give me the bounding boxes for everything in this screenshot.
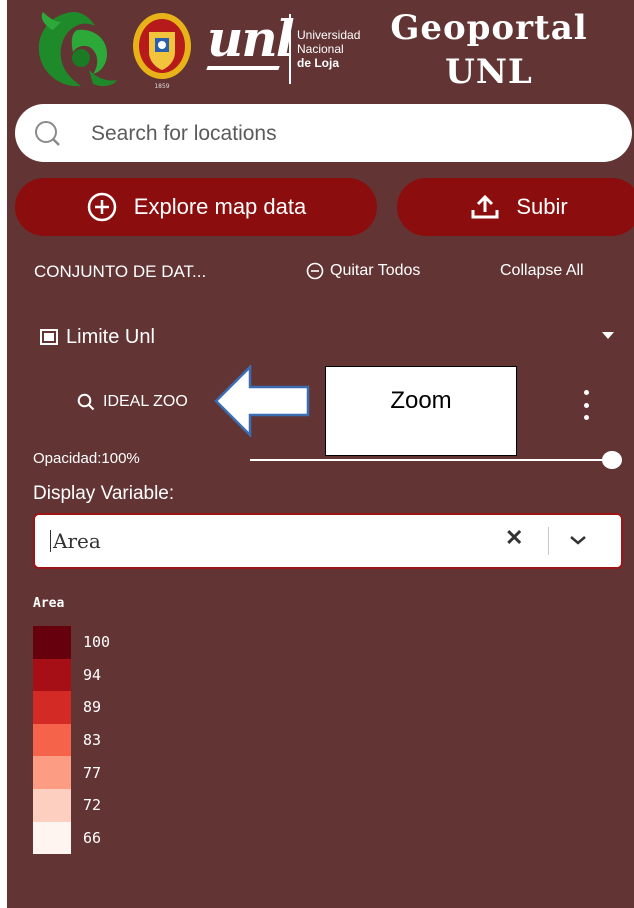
ideal-zoom-label: IDEAL ZOO bbox=[103, 393, 188, 410]
legend-label: 89 bbox=[83, 698, 102, 717]
upload-icon bbox=[470, 194, 500, 220]
zoom-search-icon bbox=[77, 393, 95, 411]
search-icon bbox=[35, 121, 60, 146]
select-separator bbox=[548, 527, 549, 555]
logo-divider bbox=[289, 14, 291, 84]
clear-icon[interactable]: ✕ bbox=[505, 525, 523, 551]
explore-map-data-button[interactable]: Explore map data bbox=[15, 178, 377, 236]
layer-visibility-checkbox[interactable] bbox=[40, 329, 58, 345]
display-variable-label: Display Variable: bbox=[33, 483, 175, 504]
university-line-2: Nacional bbox=[297, 42, 344, 56]
opacity-slider-thumb[interactable] bbox=[602, 451, 622, 469]
upload-button[interactable]: Subir bbox=[397, 178, 634, 236]
legend-item: 66 bbox=[33, 821, 110, 855]
legend-swatch bbox=[33, 691, 71, 724]
university-line-1: Universidad bbox=[297, 28, 361, 42]
annotation-arrow bbox=[214, 365, 310, 437]
display-variable-value: Area bbox=[50, 529, 101, 553]
university-seal-logo: 1859 bbox=[133, 13, 191, 90]
search-input[interactable] bbox=[89, 104, 613, 164]
remove-all-button[interactable]: Quitar Todos bbox=[306, 262, 420, 280]
legend-item: 89 bbox=[33, 691, 110, 724]
sidebar-panel: 1859 unl Universidad Nacional de Loja Ge… bbox=[7, 0, 634, 908]
svg-text:1859: 1859 bbox=[154, 83, 169, 90]
legend-swatch bbox=[33, 626, 71, 659]
more-options-icon[interactable] bbox=[581, 390, 591, 420]
legend: 100 94 89 83 77 72 66 bbox=[33, 626, 110, 855]
legend-item: 77 bbox=[33, 756, 110, 789]
app-title-line-1: Geoportal bbox=[390, 8, 588, 48]
legend-swatch bbox=[33, 756, 71, 789]
opacity-label: Opacidad:100% bbox=[33, 450, 140, 467]
legend-item: 83 bbox=[33, 723, 110, 757]
chevron-down-icon[interactable] bbox=[568, 533, 588, 547]
location-search-bar[interactable] bbox=[15, 104, 632, 164]
zoom-callout-box: Zoom bbox=[325, 366, 517, 456]
app-title-line-2: UNL bbox=[445, 52, 533, 92]
opacity-label-text: Opacidad: bbox=[33, 450, 102, 467]
legend-swatch bbox=[33, 658, 71, 692]
unl-logo: unl bbox=[206, 9, 295, 70]
green-emblem-logo bbox=[38, 12, 117, 87]
legend-label: 77 bbox=[83, 763, 102, 782]
upload-button-label: Subir bbox=[516, 194, 568, 219]
layer-name: Limite Unl bbox=[66, 325, 155, 348]
remove-all-label: Quitar Todos bbox=[330, 262, 421, 279]
legend-label: 100 bbox=[83, 633, 111, 652]
app-title: Geoportal UNL bbox=[369, 6, 609, 94]
dataset-header: CONJUNTO DE DAT... Quitar Todos Collapse… bbox=[34, 262, 634, 286]
legend-swatch bbox=[33, 821, 71, 855]
university-line-3: de Loja bbox=[297, 56, 340, 70]
display-variable-select[interactable]: Area ✕ bbox=[33, 513, 623, 569]
legend-item: 100 bbox=[33, 626, 110, 659]
legend-swatch bbox=[33, 723, 71, 757]
legend-label: 66 bbox=[83, 828, 102, 847]
legend-label: 72 bbox=[83, 796, 102, 815]
opacity-slider-track[interactable] bbox=[250, 459, 612, 461]
minus-circle-icon bbox=[306, 262, 324, 280]
legend-label: 83 bbox=[83, 731, 102, 750]
legend-label: 94 bbox=[83, 665, 102, 684]
legend-item: 72 bbox=[33, 788, 110, 822]
dataset-title: CONJUNTO DE DAT... bbox=[34, 262, 207, 281]
plus-circle-icon bbox=[86, 191, 118, 223]
university-name: Universidad Nacional de Loja bbox=[297, 28, 360, 70]
caret-down-icon[interactable] bbox=[602, 332, 614, 339]
opacity-value: 100% bbox=[101, 450, 140, 467]
legend-title: Area bbox=[33, 596, 65, 611]
legend-item: 94 bbox=[33, 658, 110, 692]
explore-button-label: Explore map data bbox=[133, 194, 307, 219]
ideal-zoom-button[interactable]: IDEAL ZOO bbox=[77, 393, 188, 411]
collapse-all-button[interactable]: Collapse All bbox=[500, 262, 584, 280]
layer-item-limite-unl[interactable]: Limite Unl bbox=[40, 324, 620, 350]
legend-swatch bbox=[33, 788, 71, 822]
